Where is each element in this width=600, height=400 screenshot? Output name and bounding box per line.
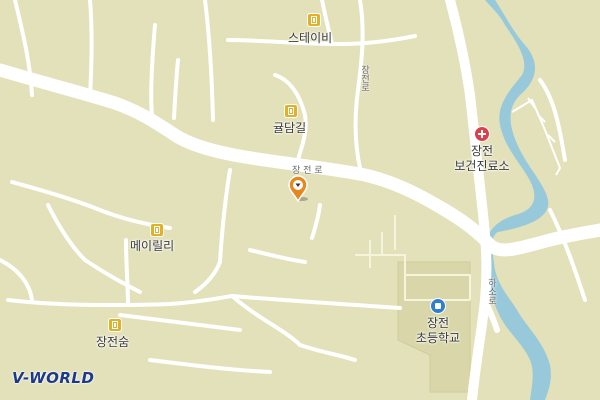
- location-pin-icon[interactable]: [287, 175, 311, 203]
- place-label-meirilli[interactable]: 메이릴리: [130, 239, 174, 254]
- road-label-hasoro: 하소로: [486, 278, 496, 305]
- lodging-icon[interactable]: [150, 223, 164, 237]
- road-label-jangjeon-ro-vertical: 장전로: [359, 65, 369, 92]
- lodging-icon[interactable]: [108, 318, 122, 332]
- place-label-gyuldamgil[interactable]: 귤담길: [273, 121, 306, 136]
- vworld-logo: V-WORLD: [12, 369, 95, 387]
- map-canvas[interactable]: 스테이비 귤담길 메이릴리 장전숨 장전 보건진료소 장전 초등학교 장 전 로…: [0, 0, 600, 400]
- school-name-line1: 장전: [426, 316, 450, 330]
- lodging-icon[interactable]: [284, 104, 298, 118]
- clinic-icon[interactable]: [474, 126, 490, 142]
- school-icon[interactable]: [430, 298, 446, 314]
- school-name-line2: 초등학교: [415, 331, 461, 345]
- place-label-clinic[interactable]: 장전 보건진료소: [447, 144, 517, 174]
- place-label-jangjeonsum[interactable]: 장전숨: [96, 335, 129, 350]
- clinic-name-line2: 보건진료소: [454, 159, 510, 173]
- clinic-name-line1: 장전: [470, 144, 494, 158]
- lodging-icon[interactable]: [307, 13, 321, 27]
- place-label-stayvi[interactable]: 스테이비: [288, 31, 332, 46]
- place-label-school[interactable]: 장전 초등학교: [408, 316, 468, 346]
